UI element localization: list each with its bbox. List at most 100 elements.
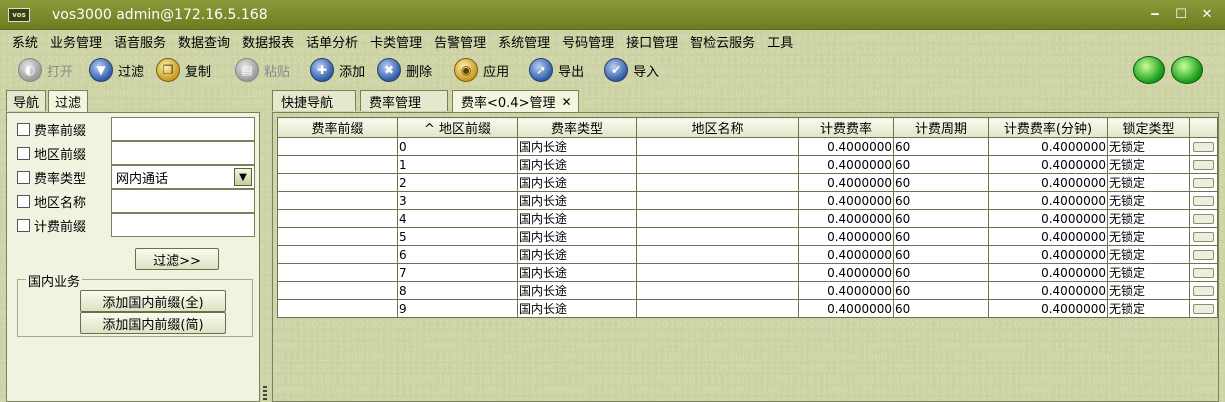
menu-number[interactable]: 号码管理 bbox=[556, 32, 620, 51]
row-action-button[interactable] bbox=[1189, 155, 1218, 174]
tab-navigation[interactable]: 导航 bbox=[6, 90, 47, 111]
table-row[interactable]: 8 国内长途 0.4000000 60 0.4000000 无锁定 bbox=[277, 281, 1218, 300]
menu-sys-manage[interactable]: 系统管理 bbox=[492, 32, 556, 51]
apply-filter-button[interactable]: 过滤>> bbox=[135, 248, 219, 270]
table-cell[interactable]: 3 bbox=[397, 191, 518, 210]
table-cell[interactable]: 9 bbox=[397, 299, 518, 318]
delete-button[interactable]: ✖ 删除 bbox=[377, 56, 432, 84]
menu-alarm[interactable]: 告警管理 bbox=[428, 32, 492, 51]
tab-filter[interactable]: 过滤 bbox=[48, 90, 89, 112]
table-cell[interactable]: 8 bbox=[397, 281, 518, 300]
table-cell[interactable]: 0 bbox=[397, 137, 518, 156]
area-prefix-checkbox[interactable] bbox=[17, 146, 30, 160]
table-cell[interactable]: 0.4000000 bbox=[988, 191, 1108, 210]
table-cell[interactable]: 国内长途 bbox=[517, 263, 637, 282]
table-cell[interactable] bbox=[277, 173, 398, 192]
tab-rate-manage[interactable]: 费率管理 bbox=[360, 90, 448, 111]
table-cell[interactable]: 0.4000000 bbox=[798, 227, 894, 246]
menu-data-query[interactable]: 数据查询 bbox=[172, 32, 236, 51]
row-action-button[interactable] bbox=[1189, 191, 1218, 210]
add-button[interactable]: ✚ 添加 bbox=[310, 56, 365, 84]
table-cell[interactable]: 0.4000000 bbox=[988, 281, 1108, 300]
table-cell[interactable]: 60 bbox=[893, 209, 989, 228]
table-cell[interactable]: 无锁定 bbox=[1107, 227, 1190, 246]
menu-report[interactable]: 数据报表 bbox=[236, 32, 300, 51]
export-button[interactable]: ➚ 导出 bbox=[529, 56, 584, 84]
copy-button[interactable]: ❐ 复制 bbox=[156, 56, 211, 84]
splitter-handle[interactable] bbox=[263, 386, 267, 400]
area-name-checkbox[interactable] bbox=[17, 194, 30, 208]
row-action-button[interactable] bbox=[1189, 263, 1218, 282]
menu-cdr-analysis[interactable]: 话单分析 bbox=[300, 32, 364, 51]
filter-button[interactable]: ▼ 过滤 bbox=[89, 56, 144, 84]
table-cell[interactable]: 0.4000000 bbox=[988, 173, 1108, 192]
table-cell[interactable]: 0.4000000 bbox=[798, 191, 894, 210]
table-row[interactable]: 9 国内长途 0.4000000 60 0.4000000 无锁定 bbox=[277, 299, 1218, 318]
table-cell[interactable] bbox=[636, 299, 799, 318]
table-cell[interactable]: 0.4000000 bbox=[798, 137, 894, 156]
table-cell[interactable]: 0.4000000 bbox=[798, 155, 894, 174]
table-cell[interactable]: 国内长途 bbox=[517, 281, 637, 300]
table-cell[interactable] bbox=[277, 299, 398, 318]
table-cell[interactable]: 60 bbox=[893, 281, 989, 300]
tab-quick-nav[interactable]: 快捷导航 bbox=[272, 90, 356, 111]
billing-prefix-input[interactable] bbox=[111, 213, 255, 237]
area-prefix-input[interactable] bbox=[111, 141, 255, 165]
open-button[interactable]: ◐ 打开 bbox=[18, 56, 73, 84]
table-cell[interactable]: 60 bbox=[893, 173, 989, 192]
row-action-button[interactable] bbox=[1189, 137, 1218, 156]
table-cell[interactable]: 0.4000000 bbox=[988, 155, 1108, 174]
menu-tools[interactable]: 工具 bbox=[761, 32, 799, 51]
table-cell[interactable]: 0.4000000 bbox=[988, 227, 1108, 246]
table-cell[interactable]: 60 bbox=[893, 245, 989, 264]
column-header-1[interactable]: ^ 地区前缀 bbox=[397, 117, 518, 138]
table-cell[interactable] bbox=[277, 209, 398, 228]
column-header-2[interactable]: 费率类型 bbox=[517, 117, 637, 138]
table-row[interactable]: 4 国内长途 0.4000000 60 0.4000000 无锁定 bbox=[277, 209, 1218, 228]
row-action-button[interactable] bbox=[1189, 299, 1218, 318]
table-cell[interactable]: 0.4000000 bbox=[988, 209, 1108, 228]
minimize-button[interactable]: ‒ bbox=[1147, 6, 1163, 22]
table-cell[interactable]: 0.4000000 bbox=[798, 281, 894, 300]
area-name-input[interactable] bbox=[111, 189, 255, 213]
table-cell[interactable]: 60 bbox=[893, 299, 989, 318]
table-cell[interactable] bbox=[636, 155, 799, 174]
table-cell[interactable]: 60 bbox=[893, 155, 989, 174]
table-cell[interactable] bbox=[636, 281, 799, 300]
menu-voice[interactable]: 语音服务 bbox=[108, 32, 172, 51]
close-window-button[interactable]: ✕ bbox=[1199, 6, 1215, 22]
table-cell[interactable]: 0.4000000 bbox=[988, 263, 1108, 282]
table-cell[interactable] bbox=[277, 281, 398, 300]
table-cell[interactable]: 0.4000000 bbox=[798, 173, 894, 192]
table-cell[interactable]: 无锁定 bbox=[1107, 299, 1190, 318]
row-action-button[interactable] bbox=[1189, 245, 1218, 264]
table-cell[interactable] bbox=[277, 227, 398, 246]
tab-rate-04-manage[interactable]: 费率<0.4>管理 ✕ bbox=[452, 90, 579, 112]
table-cell[interactable] bbox=[636, 227, 799, 246]
rate-prefix-input[interactable] bbox=[111, 117, 255, 141]
close-tab-icon[interactable]: ✕ bbox=[561, 95, 571, 109]
table-cell[interactable]: 无锁定 bbox=[1107, 245, 1190, 264]
table-cell[interactable]: 7 bbox=[397, 263, 518, 282]
billing-prefix-checkbox[interactable] bbox=[17, 218, 30, 232]
add-domestic-prefix-all-button[interactable]: 添加国内前缀(全) bbox=[80, 290, 226, 312]
table-cell[interactable]: 0.4000000 bbox=[988, 245, 1108, 264]
table-cell[interactable]: 0.4000000 bbox=[798, 245, 894, 264]
table-cell[interactable]: 国内长途 bbox=[517, 227, 637, 246]
row-action-button[interactable] bbox=[1189, 173, 1218, 192]
table-cell[interactable]: 国内长途 bbox=[517, 209, 637, 228]
add-domestic-prefix-simple-button[interactable]: 添加国内前缀(简) bbox=[80, 312, 226, 334]
column-header-5[interactable]: 计费周期 bbox=[893, 117, 989, 138]
table-cell[interactable]: 60 bbox=[893, 191, 989, 210]
table-cell[interactable] bbox=[636, 137, 799, 156]
rate-type-select[interactable]: 网内通话 ▼ bbox=[111, 165, 255, 189]
table-cell[interactable]: 国内长途 bbox=[517, 137, 637, 156]
table-cell[interactable]: 无锁定 bbox=[1107, 155, 1190, 174]
table-cell[interactable]: 无锁定 bbox=[1107, 173, 1190, 192]
column-header-4[interactable]: 计费费率 bbox=[798, 117, 894, 138]
table-cell[interactable] bbox=[636, 173, 799, 192]
table-cell[interactable] bbox=[277, 155, 398, 174]
table-cell[interactable]: 5 bbox=[397, 227, 518, 246]
table-cell[interactable]: 无锁定 bbox=[1107, 263, 1190, 282]
table-cell[interactable]: 国内长途 bbox=[517, 173, 637, 192]
